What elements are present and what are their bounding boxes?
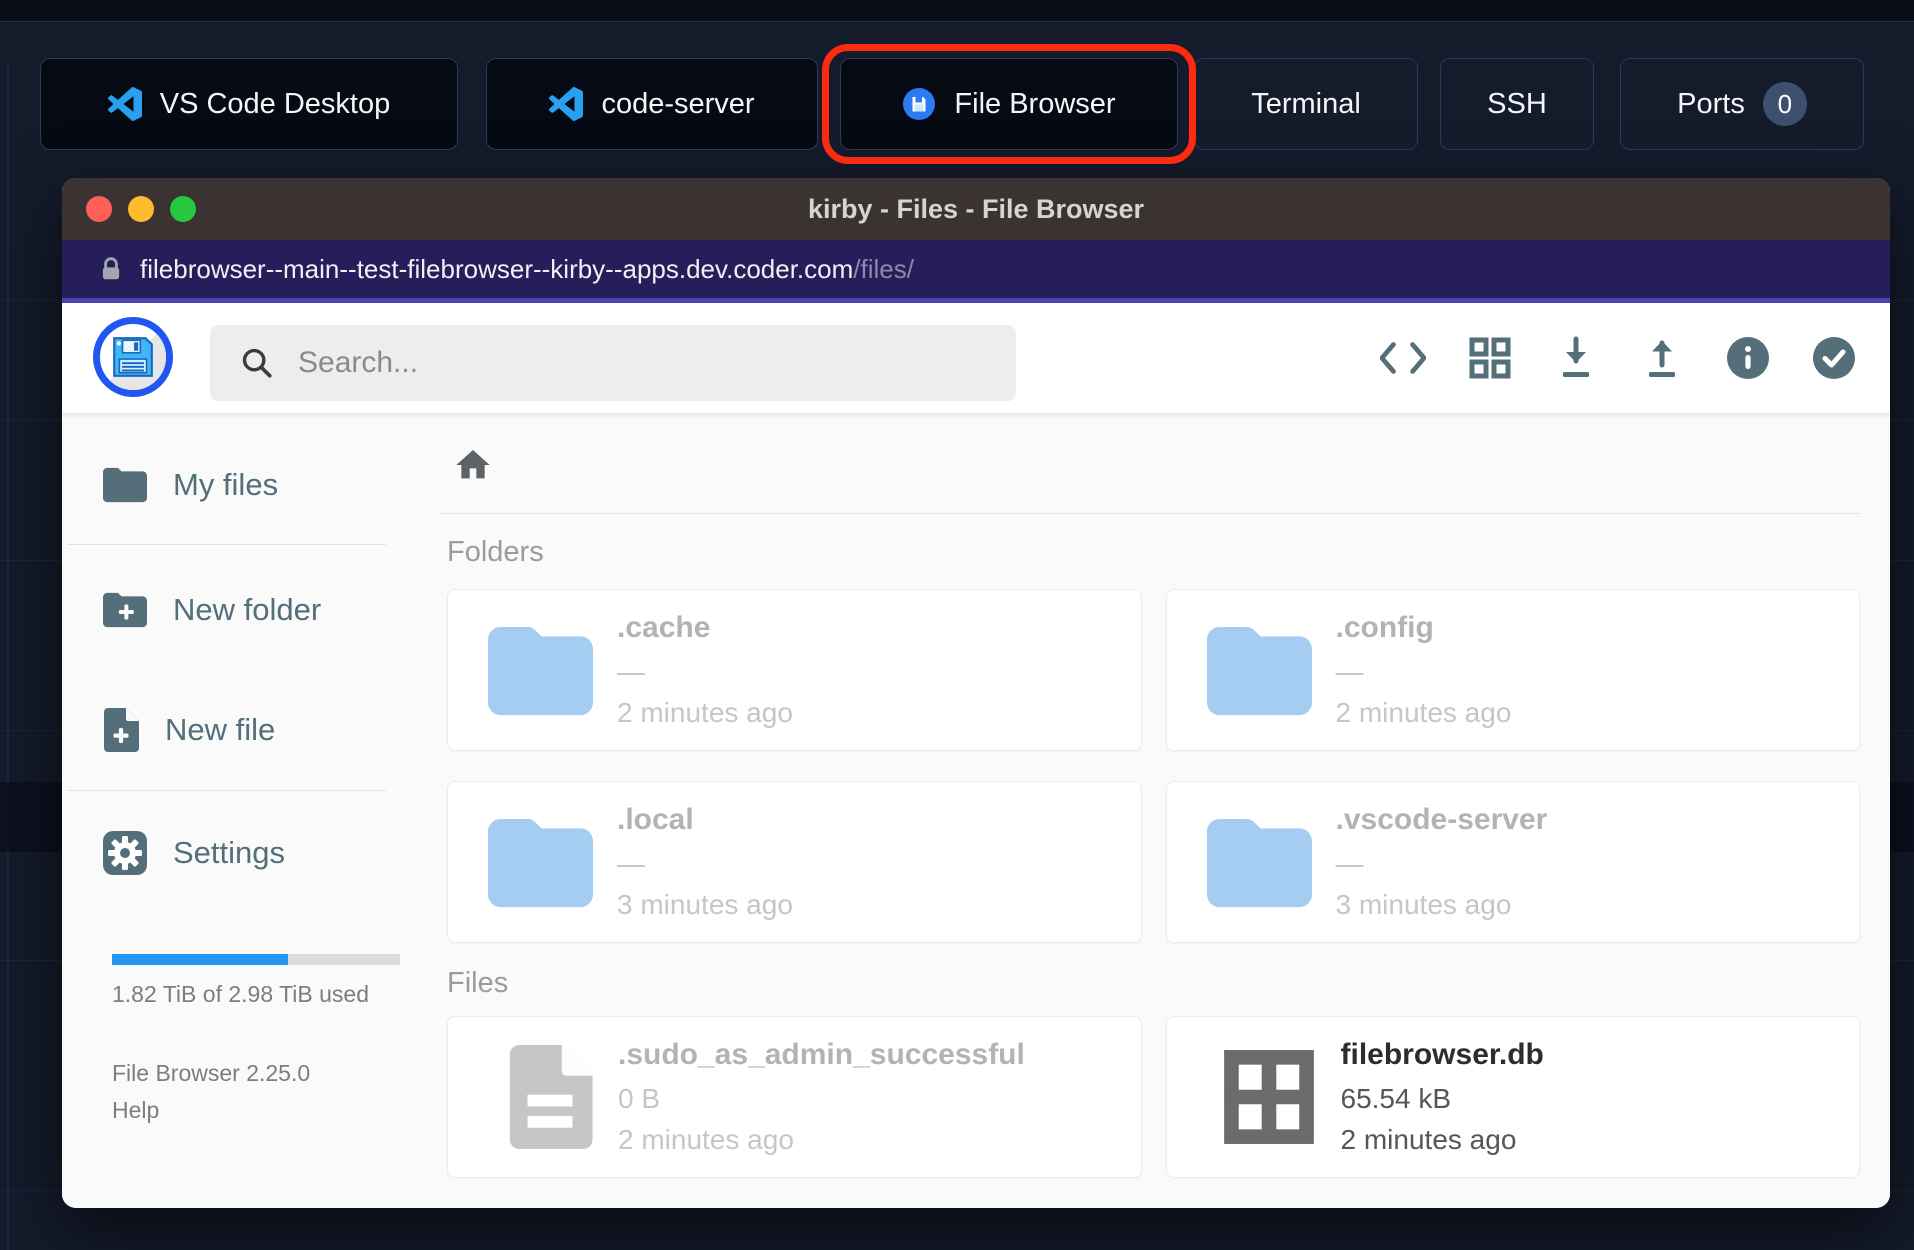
window-title: kirby - Files - File Browser	[807, 193, 1145, 224]
item-name: .vscode-server	[1335, 803, 1548, 836]
home-icon	[456, 450, 490, 479]
search-input[interactable]	[298, 346, 1016, 380]
item-modified: 2 minutes ago	[618, 1124, 794, 1155]
lock-icon	[102, 257, 120, 280]
window-titlebar: kirby - Files - File Browser	[62, 178, 1890, 240]
toolbar-actions	[1380, 303, 1856, 413]
file-document-icon	[509, 1045, 593, 1149]
item-modified: 3 minutes ago	[1335, 889, 1512, 920]
address-bar[interactable]: filebrowser--main--test-filebrowser--kir…	[62, 240, 1890, 298]
item-size: 0 B	[618, 1083, 661, 1114]
folder-card-local[interactable]: .local — 3 minutes ago	[447, 781, 1142, 943]
item-modified: 3 minutes ago	[617, 889, 793, 920]
file-card-filebrowser-db[interactable]: filebrowser.db 65.54 kB 2 minutes ago	[1165, 1016, 1860, 1178]
item-size: 65.54 kB	[1340, 1083, 1452, 1114]
file-browser-window: kirby - Files - File Browser filebrowser…	[62, 178, 1890, 1208]
folder-card-icon	[1206, 626, 1312, 716]
item-name: .local	[617, 803, 694, 836]
sidebar-item-new-file[interactable]: New file	[62, 698, 412, 762]
folder-card-icon	[488, 818, 593, 908]
filebrowser-icon	[903, 88, 936, 120]
folder-card-icon	[1206, 818, 1312, 908]
item-size: —	[1335, 656, 1364, 687]
background-divider	[7, 64, 9, 1250]
sidebar-item-label: My files	[173, 467, 279, 502]
storage-progress-bar	[112, 954, 400, 965]
storage-progress-fill	[112, 954, 288, 965]
sidebar-item-label: New file	[165, 712, 276, 747]
folder-icon	[103, 467, 147, 503]
folders-grid: .cache — 2 minutes ago .config — 2 minut…	[447, 589, 1860, 943]
item-size: —	[617, 656, 645, 687]
sidebar-divider	[68, 790, 386, 791]
code-view-icon[interactable]	[1380, 340, 1426, 376]
ports-button[interactable]: Ports 0	[1620, 58, 1864, 150]
search-box[interactable]	[210, 325, 1016, 401]
folders-section-label: Folders	[447, 536, 544, 568]
vscode-desktop-button[interactable]: VS Code Desktop	[40, 58, 458, 150]
sidebar-item-my-files[interactable]: My files	[62, 453, 412, 517]
storage-usage-text: 1.82 TiB of 2.98 TiB used	[112, 981, 369, 1007]
file-listing: Folders .cache — 2 minutes ago .config —	[412, 413, 1890, 1208]
item-name: .cache	[617, 611, 711, 644]
ssh-button[interactable]: SSH	[1440, 58, 1594, 150]
code-server-button[interactable]: code-server	[486, 58, 818, 150]
info-icon[interactable]	[1726, 336, 1770, 380]
sidebar-item-settings[interactable]: Settings	[62, 821, 412, 885]
app-button-label: File Browser	[954, 87, 1116, 120]
filebrowser-logo[interactable]	[93, 317, 173, 397]
item-name: .sudo_as_admin_successful	[618, 1038, 1025, 1071]
item-name: .config	[1335, 611, 1434, 644]
vscode-icon	[107, 87, 142, 121]
new-file-icon	[104, 708, 139, 752]
sidebar-divider	[68, 544, 386, 545]
app-button-label: code-server	[601, 87, 755, 120]
content-divider	[441, 513, 1860, 514]
folder-card-config[interactable]: .config — 2 minutes ago	[1165, 589, 1860, 751]
grid-view-icon[interactable]	[1468, 336, 1512, 380]
desktop-top-strip	[0, 0, 1914, 22]
folder-card-cache[interactable]: .cache — 2 minutes ago	[447, 589, 1142, 751]
search-icon	[242, 348, 272, 378]
app-button-label: Ports	[1677, 87, 1745, 120]
new-folder-icon	[103, 592, 147, 628]
url-text: filebrowser--main--test-filebrowser--kir…	[140, 254, 914, 285]
app-button-label: SSH	[1487, 87, 1547, 120]
download-icon[interactable]	[1554, 335, 1598, 381]
sidebar-item-label: New folder	[173, 592, 322, 627]
settings-gear-icon	[103, 831, 147, 875]
file-card-sudo[interactable]: .sudo_as_admin_successful 0 B 2 minutes …	[447, 1016, 1142, 1178]
item-size: —	[1335, 848, 1364, 879]
folder-card-vscode-server[interactable]: .vscode-server — 3 minutes ago	[1165, 781, 1860, 943]
app-toolbar	[62, 303, 1890, 413]
sidebar: My files New folder New file Settings 1.…	[62, 413, 412, 1208]
sidebar-item-new-folder[interactable]: New folder	[62, 578, 412, 642]
upload-icon[interactable]	[1640, 335, 1684, 381]
item-modified: 2 minutes ago	[1340, 1124, 1517, 1155]
app-button-label: VS Code Desktop	[159, 87, 391, 120]
db-grid-icon	[1223, 1050, 1314, 1144]
url-path: /files/	[853, 253, 914, 284]
app-version: File Browser 2.25.0	[112, 1060, 311, 1086]
files-grid: .sudo_as_admin_successful 0 B 2 minutes …	[447, 1016, 1860, 1178]
sidebar-item-label: Settings	[173, 835, 286, 870]
home-breadcrumb-button[interactable]	[453, 445, 493, 485]
vscode-icon	[549, 87, 584, 121]
folder-card-icon	[488, 626, 593, 716]
ports-count-badge: 0	[1762, 82, 1807, 126]
file-browser-button[interactable]: File Browser	[840, 58, 1178, 150]
help-link[interactable]: Help	[112, 1097, 412, 1124]
floppy-disk-icon	[113, 337, 153, 377]
files-section-label: Files	[447, 967, 509, 999]
item-name: filebrowser.db	[1340, 1038, 1544, 1071]
item-modified: 2 minutes ago	[1335, 697, 1512, 728]
breadcrumb	[447, 445, 1860, 485]
url-host: filebrowser--main--test-filebrowser--kir…	[140, 253, 854, 284]
terminal-button[interactable]: Terminal	[1194, 58, 1418, 150]
select-all-check-icon[interactable]	[1812, 336, 1856, 380]
item-size: —	[617, 848, 645, 879]
item-modified: 2 minutes ago	[617, 697, 793, 728]
app-button-label: Terminal	[1251, 87, 1361, 120]
